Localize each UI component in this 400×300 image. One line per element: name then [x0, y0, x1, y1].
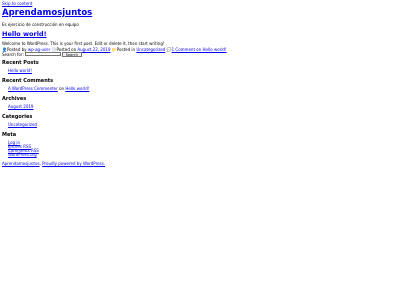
page: Skip to content Aprendamosjuntos Es ejer…: [0, 0, 400, 300]
recent-comments-list: A WordPress Commenter on Hello world!: [2, 87, 89, 91]
meta-list: Log in Entries RSS Comments RSS WordPres…: [2, 141, 39, 157]
footer-separator: ,: [39, 161, 41, 166]
list-item: A WordPress Commenter on Hello world!: [8, 87, 89, 91]
list-item: Hello world!: [8, 69, 32, 73]
post-date-link[interactable]: August 22, 2019: [77, 47, 110, 52]
list-item: WordPress.org: [8, 153, 39, 157]
comment-on-label: on: [59, 86, 65, 91]
site-description: Es ejercicio de construcción en equipo: [2, 22, 79, 27]
categories-list: Uncategorized: [2, 123, 37, 127]
meta-heading: Meta: [2, 131, 17, 138]
powered-by-link[interactable]: Proudly powered by WordPress.: [42, 161, 105, 166]
skip-to-content-link[interactable]: Skip to content: [2, 1, 32, 6]
list-item: August 2019: [8, 105, 33, 109]
category-link[interactable]: Uncategorized: [136, 47, 165, 52]
site-title[interactable]: Aprendamosjuntos: [2, 8, 92, 18]
archives-list: August 2019: [2, 105, 33, 109]
comment-link[interactable]: 1 Comment on Hello world!: [172, 47, 227, 52]
footer-site-link[interactable]: Aprendamosjuntos: [2, 161, 40, 166]
recent-comments-heading: Recent Comments: [2, 77, 54, 84]
list-item: Uncategorized: [8, 123, 37, 127]
category-widget-link[interactable]: Uncategorized: [8, 122, 37, 127]
archive-link[interactable]: August 2019: [8, 104, 33, 109]
search-button[interactable]: Search: [61, 51, 82, 57]
post-title-link[interactable]: Hello world!: [2, 30, 47, 38]
recent-posts-heading: Recent Posts: [2, 60, 39, 66]
search-input[interactable]: [24, 52, 61, 56]
search-form: Search for: Search: [2, 51, 82, 57]
wordpress-org-link[interactable]: WordPress.org: [8, 152, 37, 157]
recent-posts-list: Hello world!: [2, 69, 32, 73]
recent-post-link[interactable]: Hello world!: [8, 68, 32, 73]
posted-in-label: Posted in: [116, 47, 136, 52]
comment-post-link[interactable]: Hello world!: [65, 86, 89, 91]
post-content: Welcome to WordPress. This is your first…: [2, 41, 165, 46]
site-footer: Aprendamosjuntos, Proudly powered by Wor…: [2, 161, 105, 166]
comment-author-link[interactable]: A WordPress Commenter: [8, 86, 58, 91]
search-label: Search for:: [2, 51, 24, 57]
archives-heading: Archives: [2, 95, 27, 102]
categories-heading: Categories: [2, 113, 33, 120]
